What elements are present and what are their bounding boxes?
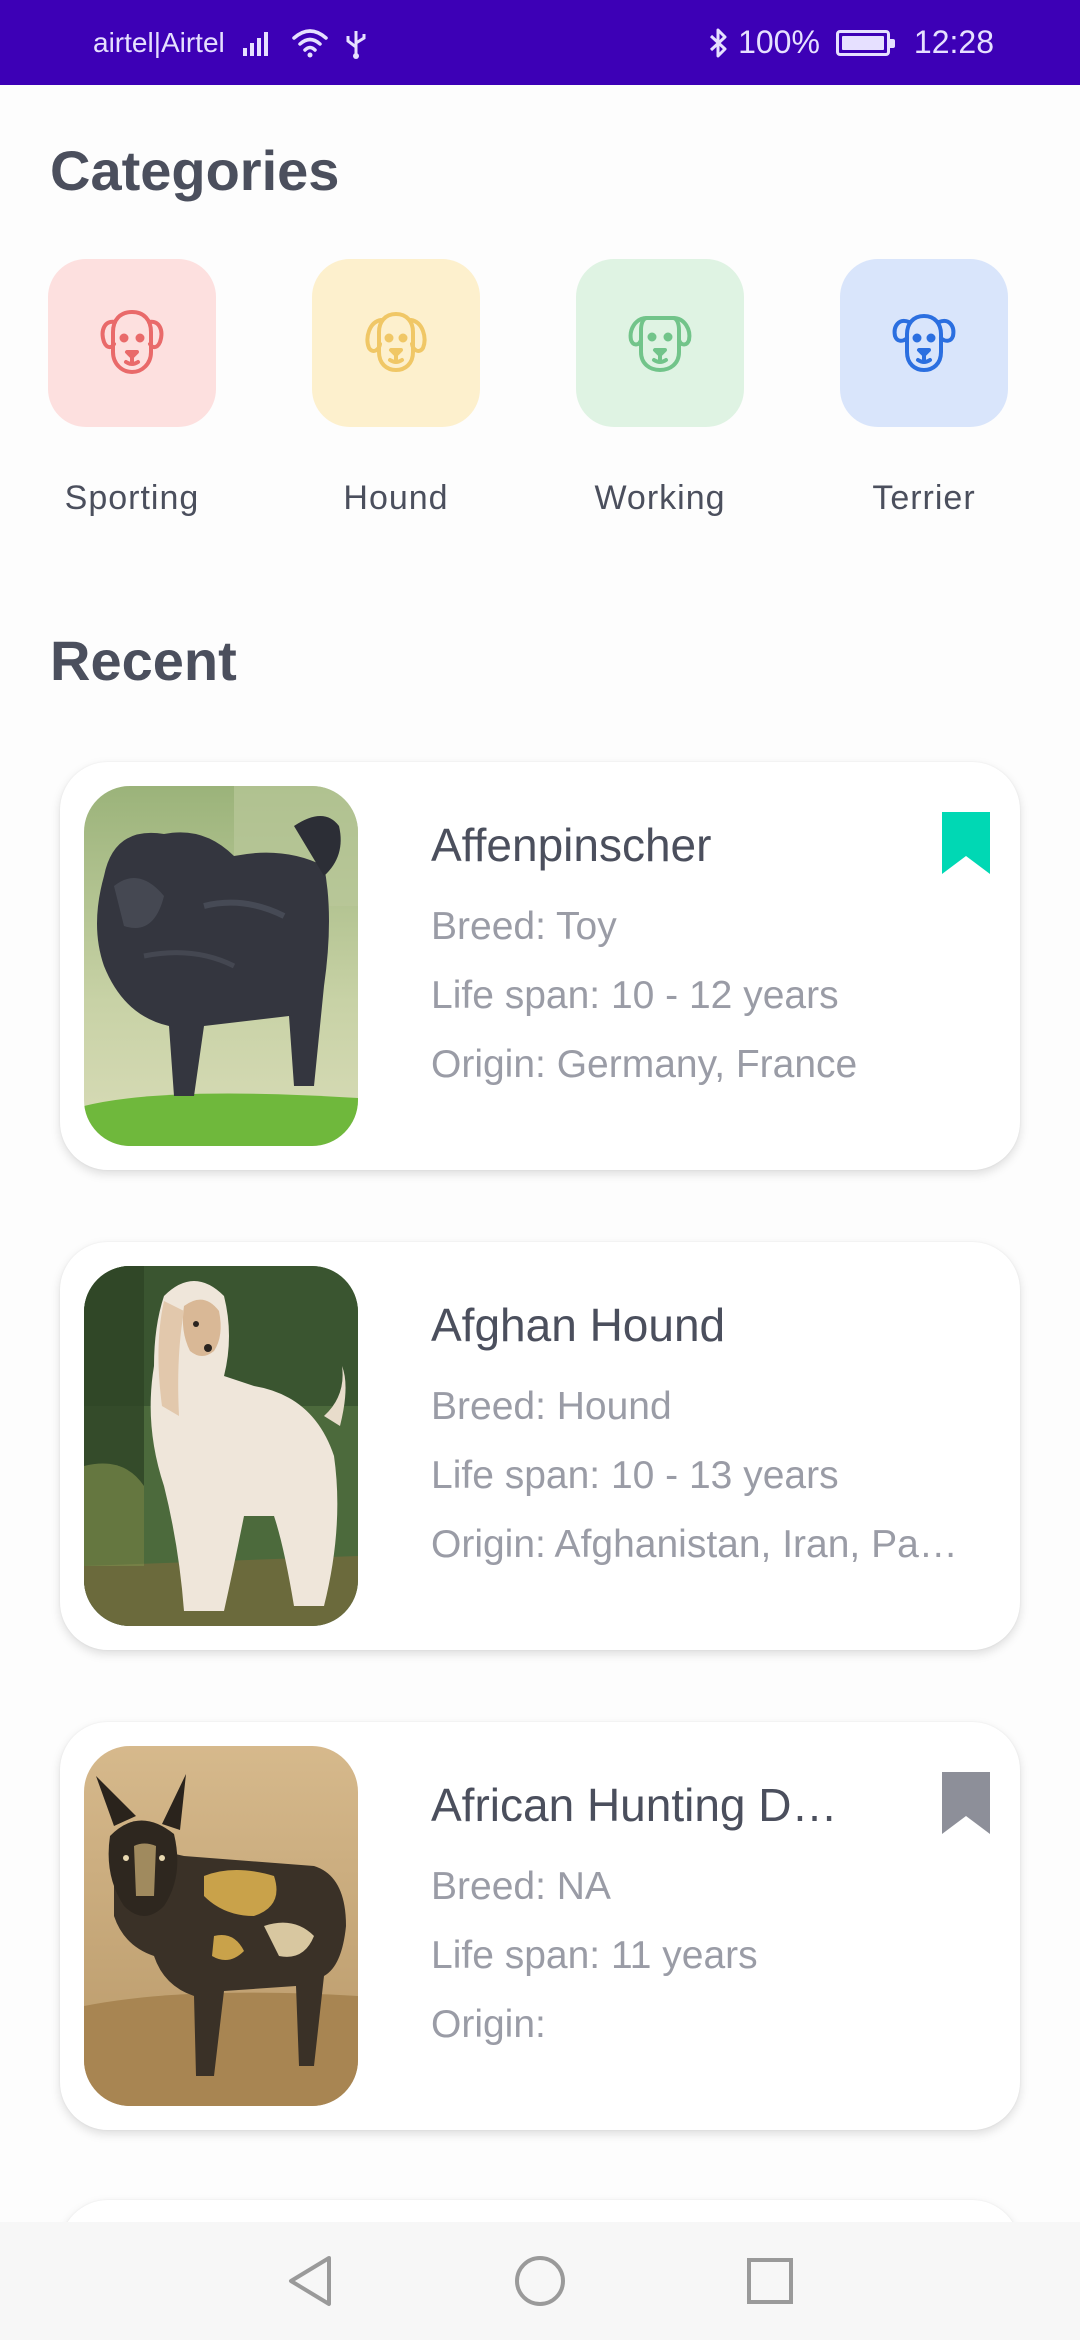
breed-group: Breed: Toy	[431, 905, 617, 948]
categories-row: Sporting Hound Working Terrier	[48, 259, 1048, 529]
breed-card-african-hunting-dog[interactable]: African Hunting D… Breed: NA Life span: …	[60, 1722, 1020, 2130]
home-icon[interactable]	[510, 2251, 570, 2311]
category-hound[interactable]: Hound	[312, 259, 482, 518]
status-right: 100% 12:28	[708, 24, 994, 61]
breed-card-affenpinscher[interactable]: Affenpinscher Breed: Toy Life span: 10 -…	[60, 762, 1020, 1170]
system-nav-bar	[0, 2222, 1080, 2340]
dog-photo	[84, 1746, 358, 2106]
dog-photo	[84, 786, 358, 1146]
breed-name: Affenpinscher	[431, 819, 712, 871]
category-label: Sporting	[64, 479, 200, 517]
bookmark-icon[interactable]	[942, 812, 990, 874]
category-tile[interactable]	[840, 259, 1008, 427]
category-label: Working	[594, 479, 726, 517]
battery-icon	[835, 29, 895, 56]
category-label: Hound	[343, 479, 449, 517]
origin: Origin: Afghanistan, Iran, Pa…	[431, 1523, 958, 1566]
back-icon[interactable]	[280, 2251, 340, 2311]
signal-icon	[241, 30, 275, 56]
category-tile[interactable]	[312, 259, 480, 427]
bookmark-icon[interactable]	[942, 1772, 990, 1834]
dog-photo	[84, 1266, 358, 1626]
breed-card-afghan-hound[interactable]: Afghan Hound Breed: Hound Life span: 10 …	[60, 1242, 1020, 1650]
life-span: Life span: 10 - 12 years	[431, 974, 839, 1017]
category-tile[interactable]	[48, 259, 216, 427]
wifi-icon	[291, 28, 329, 58]
recents-icon[interactable]	[740, 2251, 800, 2311]
usb-icon	[345, 27, 367, 59]
life-span: Life span: 11 years	[431, 1934, 758, 1977]
recent-title: Recent	[50, 629, 237, 692]
breed-group: Breed: NA	[431, 1865, 611, 1908]
breed-name: Afghan Hound	[431, 1299, 726, 1351]
category-tile[interactable]	[576, 259, 744, 427]
category-sporting[interactable]: Sporting	[48, 259, 218, 518]
status-bar: airtel|Airtel 100% 12:28	[0, 0, 1080, 85]
breed-name: African Hunting D…	[431, 1779, 838, 1831]
bluetooth-icon	[708, 27, 728, 59]
dog-face-icon	[623, 304, 697, 383]
dog-face-icon	[887, 304, 961, 383]
categories-title: Categories	[50, 139, 340, 202]
dog-face-icon	[359, 304, 433, 383]
life-span: Life span: 10 - 13 years	[431, 1454, 839, 1497]
category-label: Terrier	[872, 479, 976, 517]
carrier-label: airtel|Airtel	[93, 26, 225, 58]
origin: Origin: Germany, France	[431, 1043, 858, 1086]
battery-percent: 100%	[738, 24, 820, 60]
category-working[interactable]: Working	[576, 259, 746, 518]
clock: 12:28	[913, 24, 994, 60]
app-screen: airtel|Airtel 100% 12:28 Categories Spor…	[0, 0, 1080, 2340]
origin: Origin:	[431, 2003, 546, 2046]
category-terrier[interactable]: Terrier	[840, 259, 1010, 518]
breed-group: Breed: Hound	[431, 1385, 672, 1428]
status-left: airtel|Airtel	[93, 27, 367, 59]
dog-face-icon	[95, 304, 169, 383]
